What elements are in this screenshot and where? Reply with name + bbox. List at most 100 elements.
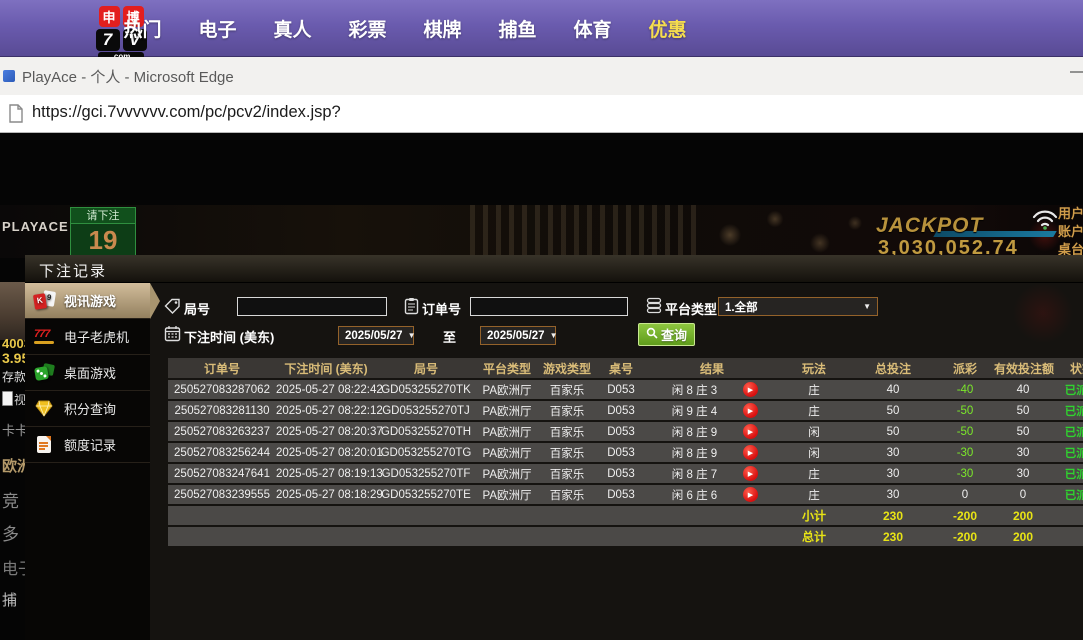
play-icon[interactable]: ▶ — [742, 403, 758, 418]
play-icon[interactable]: ▶ — [742, 424, 758, 439]
payout: -40 — [956, 383, 974, 396]
favicon-icon — [3, 70, 15, 82]
play-type: 闲 — [808, 447, 820, 460]
playace-brand: PLAYACE — [2, 219, 69, 234]
bet-records-table: 订单号 下注时间 (美东) 局号 平台类型 游戏类型 桌号 结果 玩法 总投注 … — [168, 358, 1083, 548]
menu-fragment: 电子 — [2, 561, 25, 578]
screen: 申 博 7 V .com 热门 电子 真人 彩票 棋牌 捕鱼 体育 优惠 Pla… — [0, 0, 1083, 640]
menu-fragment: 竞 — [2, 492, 19, 511]
result-cell: 闲 9 庄 4 ▶ — [646, 403, 778, 419]
ledger-icon — [34, 435, 56, 455]
result-text: 闲 9 庄 4 — [671, 405, 718, 418]
payout: -50 — [956, 425, 974, 438]
info-username: 用户名 — [1058, 206, 1083, 221]
status-badge: 已派彩 — [1064, 447, 1083, 460]
nav-item-lottery[interactable]: 彩票 — [330, 15, 405, 42]
banner-decor — [690, 205, 890, 258]
platform-type-select[interactable]: 1.全部 ▼ — [718, 297, 878, 316]
result-cell: 闲 8 庄 7 ▶ — [646, 466, 778, 482]
nav-item-hot[interactable]: 热门 — [105, 15, 180, 42]
jackpot-label: JACKPOT — [876, 214, 984, 237]
platform: PA欧洲厅 — [482, 426, 532, 439]
panel-content: 局号 订单号 平台类型 1.全部 ▼ 下注时间 (美东) 2025/05/27 — [150, 283, 1083, 640]
sidebar-item-points-query[interactable]: 积分查询 — [25, 391, 150, 427]
avatar — [0, 282, 25, 340]
nav-item-live[interactable]: 真人 — [255, 15, 330, 42]
valid-bet: 30 — [1016, 446, 1030, 459]
date-from-value: 2025/05/27 — [345, 329, 403, 342]
play-icon[interactable]: ▶ — [742, 466, 758, 481]
slot-machine-icon: 777 — [34, 327, 56, 347]
col-payout: 派彩 — [952, 361, 977, 376]
date-to-value: 2025/05/27 — [487, 329, 545, 342]
nav-item-promotions[interactable]: 优惠 — [630, 15, 705, 42]
grand-total-label: 总计 — [801, 530, 826, 544]
result-cell: 闲 6 庄 6 ▶ — [646, 487, 778, 503]
date-from-select[interactable]: 2025/05/27 ▼ — [338, 326, 415, 345]
date-to-select[interactable]: 2025/05/27 ▼ — [480, 326, 558, 345]
minimize-button[interactable]: — — [1070, 63, 1083, 89]
valid-bet: 40 — [1016, 383, 1030, 396]
search-icon — [646, 327, 658, 342]
bet-time: 2025-05-27 08:20:37 — [276, 425, 383, 438]
play-type: 庄 — [808, 384, 820, 397]
nav-item-fishing[interactable]: 捕鱼 — [480, 15, 555, 42]
table-no: D053 — [607, 425, 635, 438]
round-no: GD053255270TE — [381, 488, 471, 501]
round-number-label: 局号 — [184, 302, 211, 317]
result-cell: 闲 8 庄 3 ▶ — [646, 382, 778, 398]
url-input[interactable]: https://gci.7vvvvvv.com/pc/pcv2/index.js… — [32, 103, 341, 122]
nav-item-electronic[interactable]: 电子 — [180, 15, 255, 42]
table-no: D053 — [607, 488, 635, 501]
nav-item-sports[interactable]: 体育 — [555, 15, 630, 42]
grand-total-payout: -200 — [952, 529, 978, 544]
panel-header: 下注记录 — [25, 255, 1083, 283]
order-no: 250527083239555 — [174, 488, 270, 501]
payout: 0 — [961, 488, 969, 501]
play-type: 闲 — [808, 426, 820, 439]
chevron-down-icon: ▼ — [549, 331, 558, 340]
status-badge: 已派彩 — [1064, 489, 1083, 502]
payout: -50 — [956, 404, 974, 417]
game-type: 百家乐 — [549, 405, 585, 418]
order-no: 250527083287062 — [174, 383, 270, 396]
sidebar-item-slots[interactable]: 777 电子老虎机 — [25, 319, 150, 355]
balance-fragment: 4003 — [2, 336, 25, 351]
subtotal-valid-bet: 200 — [1012, 508, 1034, 523]
sidebar-item-credit-records[interactable]: 额度记录 — [25, 427, 150, 463]
to-label: 至 — [443, 330, 457, 345]
background-banner: PLAYACE 请下注 19 JACKPOT 3,030,052.74 用户名 … — [0, 205, 1083, 259]
status-badge: 已派彩 — [1064, 426, 1083, 439]
calendar-icon — [164, 325, 181, 347]
table-no: D053 — [607, 467, 635, 480]
play-icon[interactable]: ▶ — [742, 382, 758, 397]
round-no: GD053255270TJ — [382, 404, 470, 417]
panel-title: 下注记录 — [39, 263, 108, 280]
search-button[interactable]: 查询 — [638, 323, 695, 346]
tag-icon — [164, 298, 181, 320]
status-badge: 已派彩 — [1064, 405, 1083, 418]
round-number-input[interactable] — [237, 297, 387, 316]
col-time: 下注时间 (美东) — [284, 361, 368, 376]
order-no: 250527083256244 — [174, 446, 270, 459]
result-text: 闲 8 庄 3 — [671, 384, 718, 397]
platform: PA欧洲厅 — [482, 447, 532, 460]
table-no: D053 — [607, 383, 635, 396]
nav-item-chess[interactable]: 棋牌 — [405, 15, 480, 42]
balance-fragment: 3.95 — [2, 350, 25, 366]
bet-time-label: 下注时间 (美东) — [184, 330, 275, 345]
browser-title-bar: PlayAce - 个人 - Microsoft Edge — — [0, 57, 1083, 95]
sidebar-item-label: 视讯游戏 — [64, 294, 117, 309]
subtotal-row: 小计 230 -200 200 — [168, 506, 1083, 525]
total-bet: 30 — [886, 467, 900, 480]
bet-time: 2025-05-27 08:20:01 — [276, 446, 383, 459]
sidebar-item-label: 额度记录 — [64, 438, 117, 453]
col-order: 订单号 — [203, 361, 240, 376]
order-number-input[interactable] — [470, 297, 628, 316]
play-icon[interactable]: ▶ — [742, 487, 758, 502]
menu-fragment: 视 — [2, 391, 25, 408]
sidebar-item-live-games[interactable]: 9K 视讯游戏 — [25, 283, 160, 319]
sidebar-item-table-games[interactable]: 桌面游戏 — [25, 355, 150, 391]
col-result: 结果 — [699, 361, 724, 376]
play-icon[interactable]: ▶ — [742, 445, 758, 460]
